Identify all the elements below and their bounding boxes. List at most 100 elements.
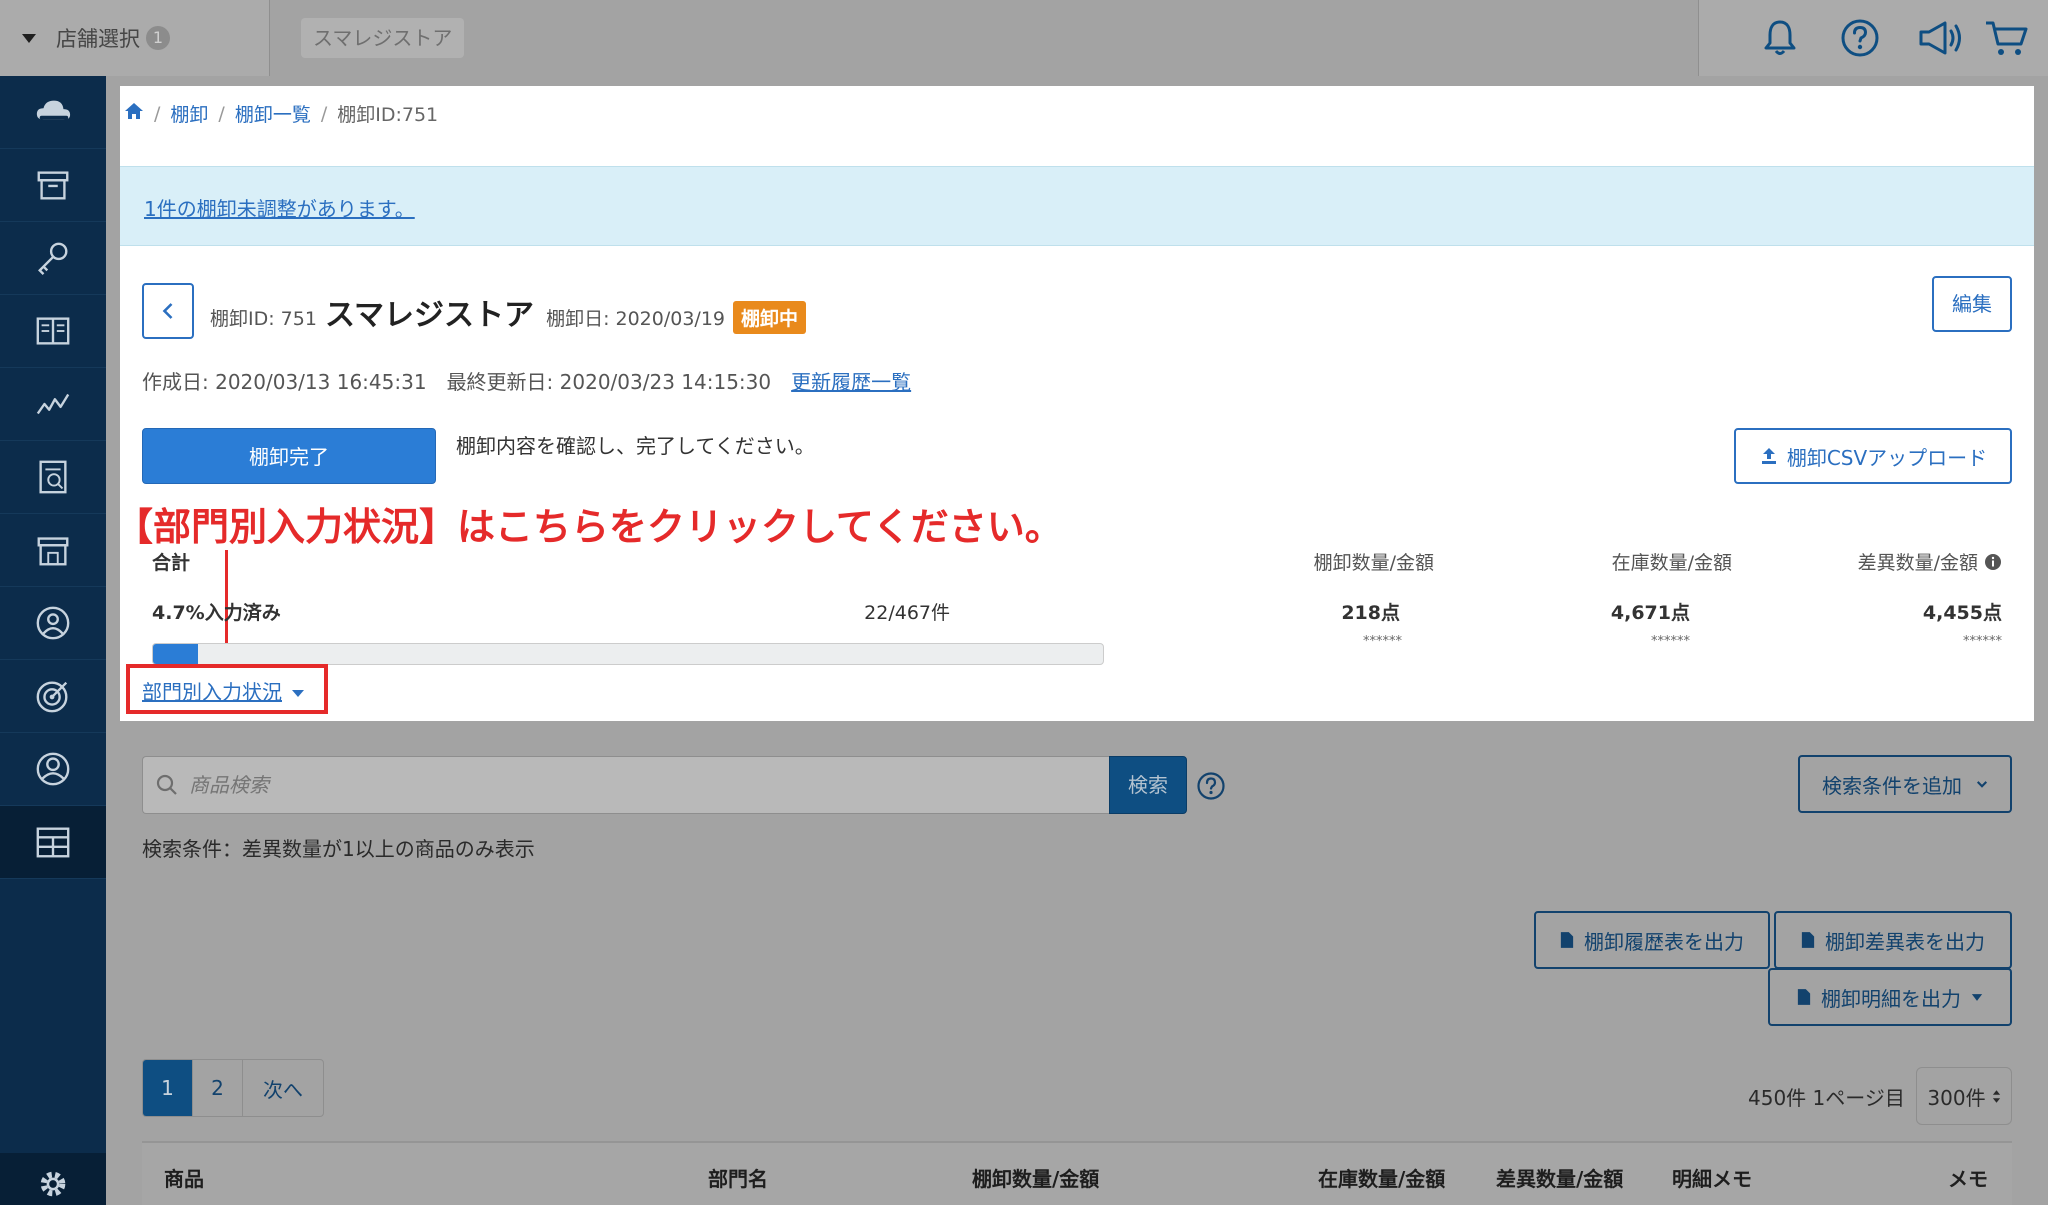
add-search-condition-button[interactable]: 検索条件を追加: [1798, 755, 2012, 813]
input-progress-fill: [153, 644, 198, 664]
export-history-label: 棚卸履歴表を出力: [1584, 929, 1744, 954]
user-circle-icon[interactable]: [0, 587, 106, 660]
account-icon[interactable]: [0, 733, 106, 806]
home-icon[interactable]: [124, 102, 144, 125]
caret-down-icon: [22, 33, 36, 43]
export-history-button[interactable]: 棚卸履歴表を出力: [1534, 911, 1770, 969]
column-header-memo[interactable]: メモ: [1948, 1163, 1988, 1192]
column-header-counted[interactable]: 棚卸数量/金額: [972, 1163, 1099, 1192]
status-badge: 棚卸中: [733, 301, 807, 334]
counted-qty-header: 棚卸数量/金額: [1313, 552, 1434, 574]
created-date: 作成日: 2020/03/13 16:45:31: [142, 370, 427, 394]
inventory-summary-card: / 棚卸 / 棚卸一覧 / 棚卸ID:751 1件の棚卸未調整があります。 棚卸…: [115, 86, 2034, 721]
export-detail-label: 棚卸明細を出力: [1821, 986, 1961, 1011]
search-icon: [156, 774, 177, 795]
stock-qty-header: 在庫数量/金額: [1611, 552, 1732, 574]
column-header-diff[interactable]: 差異数量/金額: [1496, 1163, 1623, 1192]
document-icon: [1801, 932, 1815, 948]
diff-qty-header: 差異数量/金額: [1858, 548, 2002, 575]
column-header-detail-memo[interactable]: 明細メモ: [1672, 1163, 1752, 1192]
inventory-title-row: 棚卸ID: 751 スマレジストア 棚卸日: 2020/03/19 棚卸中: [210, 290, 807, 334]
back-button[interactable]: [142, 283, 194, 339]
annotation-callout: 【部門別入力状況】はこちらをクリックしてください。: [115, 505, 1063, 549]
archive-icon[interactable]: [0, 149, 106, 222]
csv-upload-label: 棚卸CSVアップロード: [1786, 445, 1988, 470]
export-diff-label: 棚卸差異表を出力: [1825, 929, 1985, 954]
top-icon-group: [1698, 0, 2048, 76]
product-search-input[interactable]: [189, 773, 1069, 797]
column-header-product[interactable]: 商品: [164, 1163, 204, 1192]
document-icon: [1560, 932, 1574, 948]
report-icon[interactable]: [0, 441, 106, 514]
department-input-status-toggle[interactable]: 部門別入力状況: [142, 676, 304, 705]
unadjusted-alert-link[interactable]: 1件の棚卸未調整があります。: [144, 193, 415, 222]
top-bar: 店舗選択 1 スマレジストア: [0, 0, 2048, 76]
per-page-value: 300件: [1927, 1085, 1986, 1110]
export-diff-button[interactable]: 棚卸差異表を出力: [1774, 911, 2012, 969]
help-circle-icon[interactable]: [1196, 771, 1226, 805]
column-header-stock[interactable]: 在庫数量/金額: [1318, 1163, 1445, 1192]
caret-down-icon: [1971, 993, 1983, 1001]
complete-instruction-text: 棚卸内容を確認し、完了してください。: [456, 434, 815, 458]
breadcrumb-current: 棚卸ID:751: [337, 104, 439, 126]
cart-icon[interactable]: [1983, 17, 2028, 59]
diff-qty-value: 4,455点: [1922, 602, 2002, 624]
document-icon: [1797, 989, 1811, 1005]
breadcrumb-separator: /: [320, 102, 328, 125]
help-circle-icon[interactable]: [1839, 17, 1881, 59]
total-label: 合計: [152, 552, 191, 574]
complete-inventory-button[interactable]: 棚卸完了: [142, 428, 436, 484]
breadcrumb-separator: /: [218, 102, 225, 125]
page-1-button[interactable]: 1: [143, 1060, 193, 1116]
inventory-grid-icon[interactable]: [0, 806, 106, 879]
product-search-box: [142, 756, 1110, 814]
bell-icon[interactable]: [1759, 17, 1801, 59]
chevron-down-icon: [1976, 780, 1988, 788]
megaphone-icon[interactable]: [1917, 17, 1961, 59]
book-icon[interactable]: [0, 295, 106, 368]
sort-arrows-icon: [1992, 1089, 2000, 1103]
upload-icon: [1761, 448, 1776, 464]
search-button[interactable]: 検索: [1109, 756, 1187, 814]
breadcrumb-separator: /: [154, 102, 161, 125]
store-select-dropdown[interactable]: 店舗選択 1: [0, 0, 270, 76]
breadcrumb-link-inventory-list[interactable]: 棚卸一覧: [235, 100, 311, 127]
current-store-chip: スマレジストア: [301, 18, 465, 58]
counted-qty-value: 218点: [1341, 602, 1400, 624]
page-info-text: 450件 1ページ目: [1748, 1086, 1905, 1110]
per-page-select[interactable]: 300件: [1916, 1067, 2012, 1125]
breadcrumb: / 棚卸 / 棚卸一覧 / 棚卸ID:751: [124, 100, 438, 127]
add-search-condition-label: 検索条件を追加: [1822, 773, 1962, 798]
page-2-button[interactable]: 2: [193, 1060, 243, 1116]
inventory-date-label: 棚卸日: 2020/03/19: [546, 308, 726, 330]
cloud-icon[interactable]: [0, 76, 106, 149]
caret-down-icon: [292, 690, 304, 697]
store-name-title: スマレジストア: [324, 298, 535, 333]
column-header-department[interactable]: 部門名: [708, 1163, 768, 1192]
department-input-status-label: 部門別入力状況: [142, 680, 282, 704]
csv-upload-button[interactable]: 棚卸CSVアップロード: [1734, 428, 2012, 484]
export-detail-button[interactable]: 棚卸明細を出力: [1768, 968, 2012, 1026]
store-count-badge: 1: [146, 26, 170, 50]
info-icon[interactable]: [1984, 553, 2002, 571]
gear-icon[interactable]: [0, 1153, 106, 1205]
key-icon[interactable]: [0, 222, 106, 295]
main-sidebar: [0, 76, 106, 1205]
target-icon[interactable]: [0, 660, 106, 733]
unadjusted-alert: 1件の棚卸未調整があります。: [120, 166, 2034, 246]
chevron-left-icon: [162, 303, 173, 319]
breadcrumb-link-inventory[interactable]: 棚卸: [170, 100, 208, 127]
update-history-link[interactable]: 更新履歴一覧: [791, 366, 911, 395]
next-page-button[interactable]: 次へ: [243, 1060, 323, 1116]
diff-qty-header-label: 差異数量/金額: [1857, 552, 1978, 574]
store-icon[interactable]: [0, 514, 106, 587]
chart-icon[interactable]: [0, 368, 106, 441]
search-condition-text: 検索条件：差異数量が1以上の商品のみ表示: [142, 837, 535, 861]
updated-date: 最終更新日: 2020/03/23 14:15:30: [446, 370, 772, 394]
edit-button[interactable]: 編集: [1932, 276, 2012, 332]
progress-percent-label: 4.7%入力済み: [152, 602, 281, 624]
stock-qty-value: 4,671点: [1610, 602, 1690, 624]
store-select-label: 店舗選択: [56, 27, 140, 51]
dates-row: 作成日: 2020/03/13 16:45:31 最終更新日: 2020/03/…: [142, 366, 911, 395]
progress-count-label: 22/467件: [864, 602, 950, 624]
